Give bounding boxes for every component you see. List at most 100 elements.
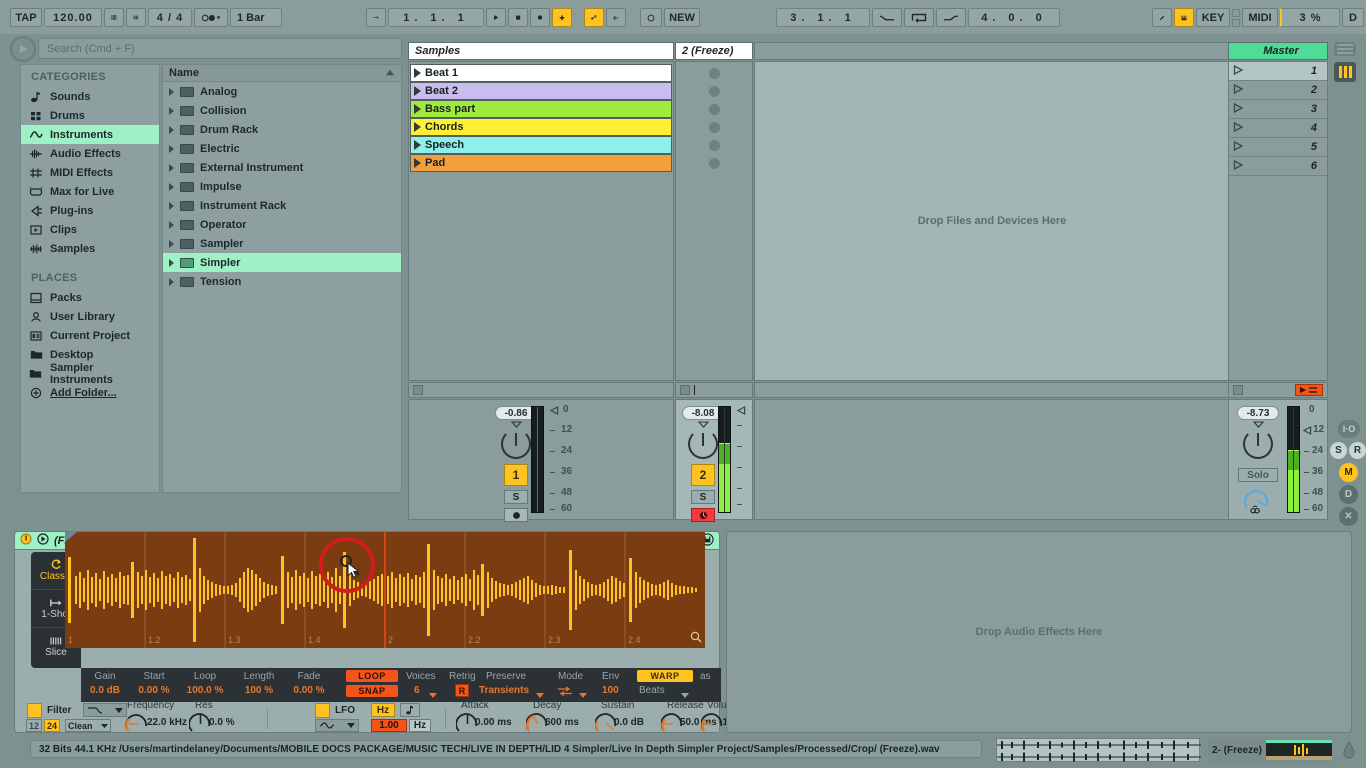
scene-row-1[interactable]: 1 xyxy=(1229,62,1327,81)
track-header-freeze[interactable]: 2 (Freeze) xyxy=(675,42,753,60)
attack-value[interactable]: 0.00 ms xyxy=(475,717,512,728)
session-record-icon[interactable] xyxy=(552,8,572,27)
lfo-enable-toggle[interactable] xyxy=(315,703,330,718)
list-item[interactable]: Drum Rack xyxy=(163,120,401,139)
expand-triangle-icon[interactable] xyxy=(169,182,174,191)
status-clip-info[interactable]: 2- (Freeze) xyxy=(1208,738,1332,762)
sidebar-item-max-for-live[interactable]: Max for Live xyxy=(21,182,159,201)
arm-button-1[interactable] xyxy=(504,508,528,522)
scene-row-3[interactable]: 3 xyxy=(1229,100,1327,119)
track-number-2[interactable]: 2 xyxy=(691,464,715,486)
sidebar-item-current-project[interactable]: Current Project xyxy=(21,326,159,345)
nudge-icon[interactable] xyxy=(126,8,146,27)
solo-button-1[interactable]: S xyxy=(504,490,528,504)
scene-launch-icon[interactable] xyxy=(1233,83,1244,97)
frequency-value[interactable]: 22.0 kHz xyxy=(147,717,187,728)
clip-speech[interactable]: Speech xyxy=(410,136,672,154)
sidebar-item-drums[interactable]: Drums xyxy=(21,106,159,125)
clip-play-icon[interactable] xyxy=(414,86,421,96)
list-item[interactable]: Impulse xyxy=(163,177,401,196)
expand-triangle-icon[interactable] xyxy=(169,87,174,96)
returns-toggle[interactable]: R xyxy=(1349,442,1366,459)
pan-knob-master[interactable] xyxy=(1243,429,1273,459)
scene-launch-icon[interactable] xyxy=(1233,159,1244,173)
clip-chords[interactable]: Chords xyxy=(410,118,672,136)
clip-play-icon[interactable] xyxy=(414,140,421,150)
sends-toggle[interactable]: S xyxy=(1330,442,1347,459)
expand-triangle-icon[interactable] xyxy=(169,144,174,153)
sidebar-item-plug-ins[interactable]: Plug-ins xyxy=(21,201,159,220)
live-logo-button[interactable] xyxy=(10,36,36,62)
time-signature-field[interactable]: 4 / 4 xyxy=(148,8,192,27)
master-crossfade-icon[interactable] xyxy=(1295,384,1323,396)
expand-triangle-icon[interactable] xyxy=(169,201,174,210)
list-item[interactable]: Collision xyxy=(163,101,401,120)
scene-row-4[interactable]: 4 xyxy=(1229,119,1327,138)
loop-toggle-icon[interactable] xyxy=(904,8,934,27)
capture-midi-icon[interactable] xyxy=(640,8,662,27)
list-item[interactable]: Tension xyxy=(163,272,401,291)
scene-launch-icon[interactable] xyxy=(1233,121,1244,135)
lfo-rate-value[interactable]: 1.00 xyxy=(371,719,407,732)
browser-column-header[interactable]: Name xyxy=(163,65,401,82)
res-value[interactable]: 0.0 % xyxy=(209,717,235,728)
filter-slope-12-button[interactable]: 12 xyxy=(26,719,42,732)
playhead-position-field[interactable]: 1. 1. 1 xyxy=(388,8,484,27)
reenable-automation-icon[interactable] xyxy=(606,8,626,27)
scene-launch-icon[interactable] xyxy=(1233,64,1244,78)
filter-slope-24-button[interactable]: 24 xyxy=(44,719,60,732)
master-activator[interactable] xyxy=(1233,385,1243,395)
sample-waveform-display[interactable]: 1 1.2 1.3 1.4 2 2.2 2.3 2.4 xyxy=(65,532,705,648)
clip-stop-button[interactable] xyxy=(708,157,720,169)
list-item[interactable]: Instrument Rack xyxy=(163,196,401,215)
in-out-toggle[interactable]: I·O xyxy=(1338,420,1360,438)
filter-enable-toggle[interactable] xyxy=(27,703,42,718)
tempo-field[interactable]: 120.00 xyxy=(44,8,102,27)
clip-beat-2[interactable]: Beat 2 xyxy=(410,82,672,100)
scene-row-6[interactable]: 6 xyxy=(1229,157,1327,176)
sidebar-item-midi-effects[interactable]: MIDI Effects xyxy=(21,163,159,182)
follow-icon[interactable] xyxy=(194,8,228,27)
sidebar-item-clips[interactable]: Clips xyxy=(21,220,159,239)
sort-ascending-icon[interactable] xyxy=(385,67,395,79)
expand-triangle-icon[interactable] xyxy=(169,239,174,248)
tap-tempo-button[interactable]: TAP xyxy=(10,8,42,27)
clip-stop-button[interactable] xyxy=(708,67,720,79)
expand-triangle-icon[interactable] xyxy=(169,125,174,134)
expand-triangle-icon[interactable] xyxy=(169,163,174,172)
sidebar-item-sampler-instruments[interactable]: Sampler Instruments xyxy=(21,362,159,386)
env-value[interactable]: 100 xyxy=(602,685,619,696)
clip-beat-1[interactable]: Beat 1 xyxy=(410,64,672,82)
midi-map-button[interactable]: MIDI xyxy=(1242,8,1278,27)
zoom-fit-icon[interactable] xyxy=(690,631,702,646)
sidebar-item-add-folder[interactable]: Add Folder... xyxy=(21,383,159,402)
record-icon[interactable] xyxy=(530,8,550,27)
fade-value[interactable]: 0.00 % xyxy=(286,685,332,696)
sidebar-item-instruments[interactable]: Instruments xyxy=(21,125,159,144)
decay-value[interactable]: 600 ms xyxy=(545,717,579,728)
volume-display-master[interactable]: -8.73 xyxy=(1237,406,1279,420)
cue-volume-knob[interactable] xyxy=(1244,488,1272,514)
track-activator-1[interactable] xyxy=(413,385,423,395)
solo-button-2[interactable]: S xyxy=(691,490,715,504)
list-item[interactable]: Analog xyxy=(163,82,401,101)
clip-play-icon[interactable] xyxy=(414,104,421,114)
pan-knob-1[interactable] xyxy=(501,429,531,459)
sidebar-item-audio-effects[interactable]: Audio Effects xyxy=(21,144,159,163)
lfo-shape-select[interactable] xyxy=(315,719,359,732)
drop-files-and-devices-zone[interactable]: Drop Files and Devices Here xyxy=(754,61,1230,381)
retrig-button[interactable]: R xyxy=(455,684,469,697)
clip-bass-part[interactable]: Bass part xyxy=(410,100,672,118)
clip-pad[interactable]: Pad xyxy=(410,154,672,172)
loop-value[interactable]: 100.0 % xyxy=(181,685,229,696)
session-view-icon[interactable] xyxy=(1334,42,1356,56)
search-input[interactable]: Search (Cmd + F) xyxy=(38,38,402,59)
expand-triangle-icon[interactable] xyxy=(169,258,174,267)
metronome-icon[interactable] xyxy=(104,8,124,27)
pan-knob-2[interactable] xyxy=(688,429,718,459)
scene-launch-icon[interactable] xyxy=(1233,140,1244,154)
device-preview-icon[interactable] xyxy=(37,533,49,548)
length-value[interactable]: 100 % xyxy=(236,685,282,696)
list-item[interactable]: External Instrument xyxy=(163,158,401,177)
sidebar-item-sounds[interactable]: Sounds xyxy=(21,87,159,106)
